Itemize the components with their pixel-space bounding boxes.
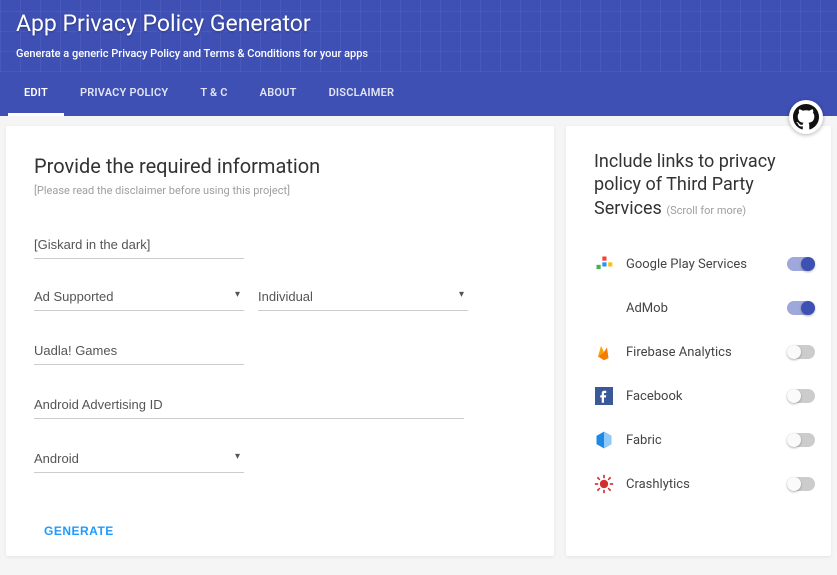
pii-input[interactable] <box>34 391 464 419</box>
service-name: Facebook <box>626 389 775 404</box>
service-row: Crashlytics <box>594 462 815 506</box>
generate-button[interactable]: GENERATE <box>34 518 124 544</box>
entity-select[interactable]: Individual <box>258 283 468 311</box>
firebase-icon <box>594 342 614 362</box>
github-icon <box>793 104 819 130</box>
tab-edit[interactable]: EDIT <box>8 72 64 116</box>
service-toggle[interactable] <box>787 301 815 315</box>
service-toggle[interactable] <box>787 345 815 359</box>
service-name: Fabric <box>626 433 775 448</box>
service-toggle[interactable] <box>787 433 815 447</box>
service-name: AdMob <box>626 301 775 316</box>
facebook-icon <box>594 386 614 406</box>
crashlytics-icon <box>594 474 614 494</box>
app-header: App Privacy Policy Generator Generate a … <box>0 0 837 72</box>
tab-tc[interactable]: T & C <box>184 72 243 116</box>
fabric-icon <box>594 430 614 450</box>
scroll-hint: (Scroll for more) <box>666 204 746 217</box>
service-name: Crashlytics <box>626 477 775 492</box>
tab-bar: EDIT PRIVACY POLICY T & C ABOUT DISCLAIM… <box>0 72 837 116</box>
form-card: Provide the required information [Please… <box>6 126 554 556</box>
service-name: Firebase Analytics <box>626 345 775 360</box>
app-name-input[interactable] <box>34 231 244 259</box>
tab-about[interactable]: ABOUT <box>244 72 313 116</box>
service-toggle[interactable] <box>787 389 815 403</box>
admob-icon <box>594 298 614 318</box>
services-card: Include links to privacy policy of Third… <box>566 126 831 556</box>
platform-select[interactable]: Android <box>34 445 244 473</box>
service-row: Google Play Services <box>594 242 815 286</box>
services-heading: Include links to privacy policy of Third… <box>594 150 815 220</box>
app-title: App Privacy Policy Generator <box>16 10 821 37</box>
service-row: Firebase Analytics <box>594 330 815 374</box>
developer-input[interactable] <box>34 337 244 365</box>
github-link[interactable] <box>789 100 823 134</box>
puzzle-icon <box>594 254 614 274</box>
tab-privacy[interactable]: PRIVACY POLICY <box>64 72 184 116</box>
monetization-select[interactable]: Ad Supported <box>34 283 244 311</box>
service-toggle[interactable] <box>787 477 815 491</box>
service-toggle[interactable] <box>787 257 815 271</box>
tab-disclaimer[interactable]: DISCLAIMER <box>313 72 411 116</box>
service-name: Google Play Services <box>626 257 775 272</box>
service-row: AdMob <box>594 286 815 330</box>
app-subtitle: Generate a generic Privacy Policy and Te… <box>16 47 821 60</box>
service-row: Facebook <box>594 374 815 418</box>
service-row: Fabric <box>594 418 815 462</box>
form-heading: Provide the required information <box>34 154 526 178</box>
form-disclaimer: [Please read the disclaimer before using… <box>34 184 526 197</box>
